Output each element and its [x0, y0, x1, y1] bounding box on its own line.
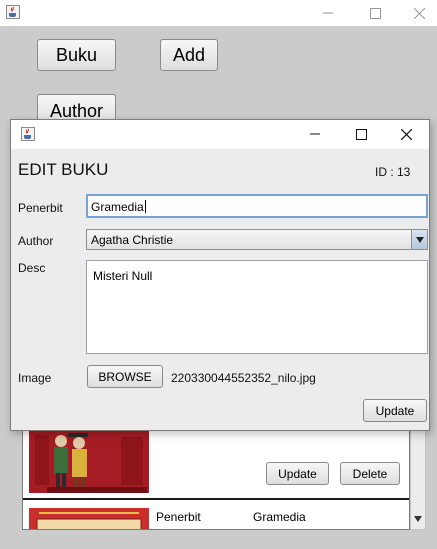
penerbit-label: Penerbit — [156, 510, 201, 524]
penerbit-input[interactable]: Gramedia — [86, 194, 428, 218]
author-label: Author — [18, 234, 54, 248]
java-app-icon — [6, 5, 20, 19]
image-filename: 220330044552352_nilo.jpg — [171, 371, 316, 385]
update-button[interactable]: Update — [363, 399, 427, 422]
list-separator — [23, 498, 409, 500]
browse-button[interactable]: BROWSE — [87, 365, 163, 388]
maximize-icon[interactable] — [352, 0, 398, 26]
image-label: Image — [18, 371, 52, 385]
dialog-heading: EDIT BUKU — [18, 160, 109, 179]
main-titlebar — [0, 0, 437, 26]
add-button[interactable]: Add — [160, 39, 218, 71]
desc-textarea[interactable]: Misteri Null — [86, 260, 428, 354]
author-select[interactable]: Agatha Christie — [86, 229, 428, 250]
scroll-down-arrow-icon[interactable] — [414, 511, 422, 525]
close-icon[interactable] — [383, 121, 429, 147]
close-icon[interactable] — [396, 0, 437, 26]
minimize-icon[interactable] — [305, 0, 351, 26]
maximize-icon[interactable] — [338, 121, 384, 147]
dialog-titlebar — [11, 120, 429, 149]
dialog-body: EDIT BUKU ID : 13 Penerbit Gramedia Auth… — [11, 149, 429, 430]
chevron-down-icon[interactable] — [411, 230, 427, 249]
author-selected-value: Agatha Christie — [91, 233, 174, 247]
delete-book-button[interactable]: Delete — [340, 462, 400, 485]
minimize-icon[interactable] — [292, 121, 338, 147]
penerbit-value: Gramedia — [253, 510, 306, 524]
penerbit-label: Penerbit — [18, 201, 63, 215]
text-caret — [144, 200, 146, 213]
desc-value: Misteri Null — [93, 269, 153, 283]
book-cover-image — [29, 427, 149, 493]
book-cover-image — [29, 508, 149, 529]
update-book-button[interactable]: Update — [266, 462, 329, 485]
edit-book-dialog: EDIT BUKU ID : 13 Penerbit Gramedia Auth… — [10, 119, 430, 431]
desc-label: Desc — [18, 261, 46, 275]
buku-button[interactable]: Buku — [37, 39, 116, 71]
java-app-icon — [21, 127, 35, 141]
book-id-label: ID : 13 — [375, 165, 411, 179]
penerbit-input-value: Gramedia — [91, 200, 144, 214]
